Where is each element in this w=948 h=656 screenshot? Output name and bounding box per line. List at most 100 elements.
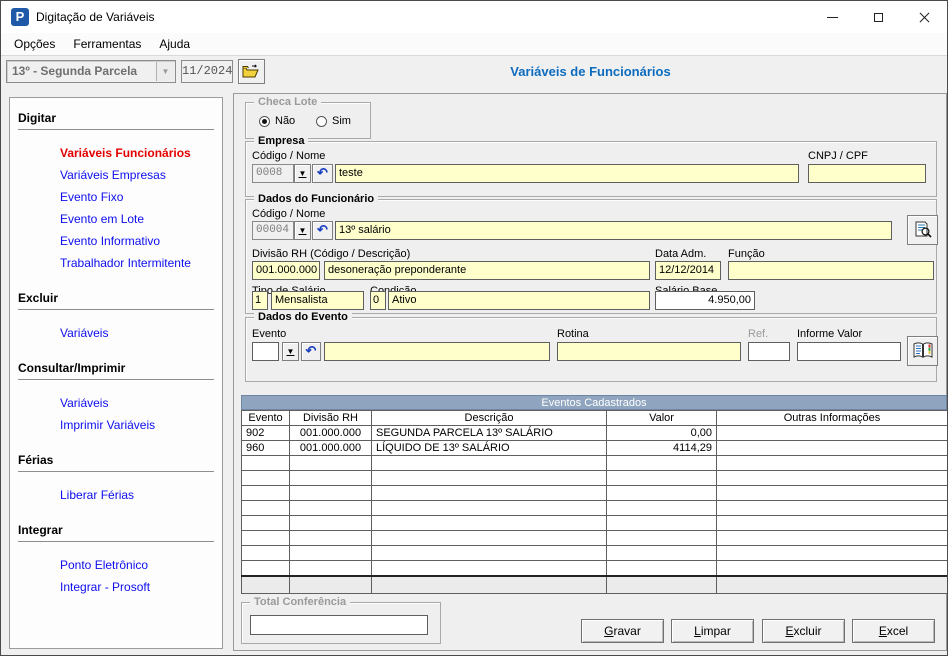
excel-button[interactable]: Excel (852, 619, 935, 643)
table-row[interactable]: 902 001.000.000 SEGUNDA PARCELA 13º SALÁ… (242, 426, 948, 441)
data-adm-field[interactable]: 12/12/2014 (655, 261, 721, 280)
checa-lote-sim-radio[interactable]: Sim (316, 115, 351, 127)
maximize-button[interactable] (855, 1, 901, 33)
col-header-descricao: Descrição (372, 411, 607, 426)
funcao-field[interactable] (728, 261, 934, 280)
table-row[interactable]: 960 001.000.000 LÍQUIDO DE 13º SALÁRIO 4… (242, 441, 948, 456)
cnpj-cpf-field[interactable] (808, 164, 926, 183)
cell-evento: 902 (242, 426, 290, 441)
funcionario-nome-field[interactable]: 13º salário (335, 221, 892, 240)
rotina-label: Rotina (557, 328, 589, 340)
gravar-button[interactable]: Gravar (581, 619, 664, 643)
sidebar-item-variaveis-empresas[interactable]: Variáveis Empresas (60, 164, 222, 186)
sidebar-item-evento-informativo[interactable]: Evento Informativo (60, 230, 222, 252)
sidebar-section-ferias: Férias Liberar Férias (18, 453, 222, 506)
table-empty-row (242, 546, 948, 561)
total-conferencia-title: Total Conferência (250, 596, 350, 608)
divider (18, 309, 214, 310)
sidebar-item-liberar-ferias[interactable]: Liberar Férias (60, 484, 222, 506)
checa-lote-title: Checa Lote (254, 96, 321, 108)
evento-title: Dados do Evento (254, 311, 352, 323)
maximize-icon (874, 13, 883, 22)
period-select: 13º - Segunda Parcela ▼ (6, 60, 176, 83)
sidebar-section-title: Férias (18, 453, 222, 467)
tipo-salario-codigo-field[interactable]: 1 (252, 291, 268, 310)
funcionario-undo-button[interactable]: ↶ (312, 221, 333, 240)
evento-descricao-field[interactable] (324, 342, 550, 361)
sidebar-section-title: Excluir (18, 291, 222, 305)
radio-unchecked-icon (316, 116, 327, 127)
funcionario-codigo-nome-label: Código / Nome (252, 208, 325, 220)
funcionario-dropdown-button[interactable]: ▼ (294, 221, 311, 240)
condicao-codigo-field[interactable]: 0 (370, 291, 386, 310)
minimize-button[interactable] (809, 1, 855, 33)
evento-dropdown-button[interactable]: ▼ (282, 342, 299, 361)
empresa-dropdown-button[interactable]: ▼ (294, 164, 311, 183)
empresa-title: Empresa (254, 135, 308, 147)
cell-evento: 960 (242, 441, 290, 456)
sidebar-section-title: Digitar (18, 111, 222, 125)
divisao-descricao-field[interactable]: desoneração preponderante (324, 261, 650, 280)
radio-checked-icon (259, 116, 270, 127)
page-title: Variáveis de Funcionários (234, 64, 947, 79)
table-empty-row (242, 501, 948, 516)
menu-bar: Opções Ferramentas Ajuda (1, 33, 947, 56)
sidebar-item-ponto-eletronico[interactable]: Ponto Eletrônico (60, 554, 222, 576)
empresa-undo-button[interactable]: ↶ (312, 164, 333, 183)
menu-ajuda[interactable]: Ajuda (150, 37, 199, 51)
cell-outras (717, 426, 948, 441)
col-header-valor: Valor (607, 411, 717, 426)
condicao-field[interactable]: Ativo (388, 291, 650, 310)
menu-ferramentas[interactable]: Ferramentas (64, 37, 150, 51)
close-button[interactable] (901, 1, 947, 33)
divisao-codigo-field[interactable]: 001.000.000 (252, 261, 320, 280)
sidebar-item-consultar-variaveis[interactable]: Variáveis (60, 392, 222, 414)
sidebar-section-digitar: Digitar Variáveis Funcionários Variáveis… (18, 111, 222, 274)
sidebar-item-imprimir-variaveis[interactable]: Imprimir Variáveis (60, 414, 222, 436)
salario-base-field: 4.950,00 (655, 291, 755, 310)
empresa-group: Empresa Código / Nome 0008 ▼ ↶ teste CNP… (245, 141, 937, 197)
excluir-button[interactable]: Excluir (762, 619, 845, 643)
radio-label: Não (275, 115, 295, 127)
window-title: Digitação de Variáveis (36, 10, 155, 24)
sidebar: Digitar Variáveis Funcionários Variáveis… (9, 97, 223, 649)
evento-codigo-field[interactable] (252, 342, 279, 361)
limpar-button[interactable]: Limpar (671, 619, 754, 643)
sidebar-item-variaveis-funcionarios[interactable]: Variáveis Funcionários (60, 142, 222, 164)
table-empty-row (242, 516, 948, 531)
menu-opcoes[interactable]: Opções (5, 37, 64, 51)
empresa-nome-field[interactable]: teste (335, 164, 799, 183)
sidebar-item-excluir-variaveis[interactable]: Variáveis (60, 322, 222, 344)
table-footer-row (242, 576, 948, 594)
evento-tabela-button[interactable] (907, 336, 938, 366)
checa-lote-group: Checa Lote Não Sim (245, 102, 371, 139)
rotina-field[interactable] (557, 342, 741, 361)
divider (18, 471, 214, 472)
minimize-icon (827, 17, 838, 18)
sidebar-item-evento-fixo[interactable]: Evento Fixo (60, 186, 222, 208)
informe-valor-field[interactable] (797, 342, 901, 361)
competence-date-input[interactable]: 11/2024 (181, 60, 233, 83)
ref-field[interactable] (748, 342, 790, 361)
evento-undo-button[interactable]: ↶ (301, 342, 321, 361)
sidebar-section-title: Consultar/Imprimir (18, 361, 222, 375)
tipo-salario-field[interactable]: Mensalista (271, 291, 364, 310)
sidebar-item-evento-em-lote[interactable]: Evento em Lote (60, 208, 222, 230)
checa-lote-nao-radio[interactable]: Não (259, 115, 295, 127)
sidebar-item-trabalhador-intermitente[interactable]: Trabalhador Intermitente (60, 252, 222, 274)
cell-valor: 4114,29 (607, 441, 717, 456)
app-window: P Digitação de Variáveis Opções Ferramen… (0, 0, 948, 656)
close-icon (919, 12, 930, 23)
ref-label: Ref. (748, 328, 768, 340)
divisao-rh-label: Divisão RH (Código / Descrição) (252, 248, 410, 260)
cell-divisao: 001.000.000 (290, 441, 372, 456)
total-conferencia-field (250, 615, 428, 635)
funcionario-search-button[interactable] (907, 215, 938, 245)
cell-descricao: LÍQUIDO DE 13º SALÁRIO (372, 441, 607, 456)
funcao-label: Função (728, 248, 765, 260)
table-empty-row (242, 456, 948, 471)
evento-label: Evento (252, 328, 286, 340)
open-book-icon (912, 341, 934, 361)
divider (18, 129, 214, 130)
sidebar-item-integrar-prosoft[interactable]: Integrar - Prosoft (60, 576, 222, 598)
